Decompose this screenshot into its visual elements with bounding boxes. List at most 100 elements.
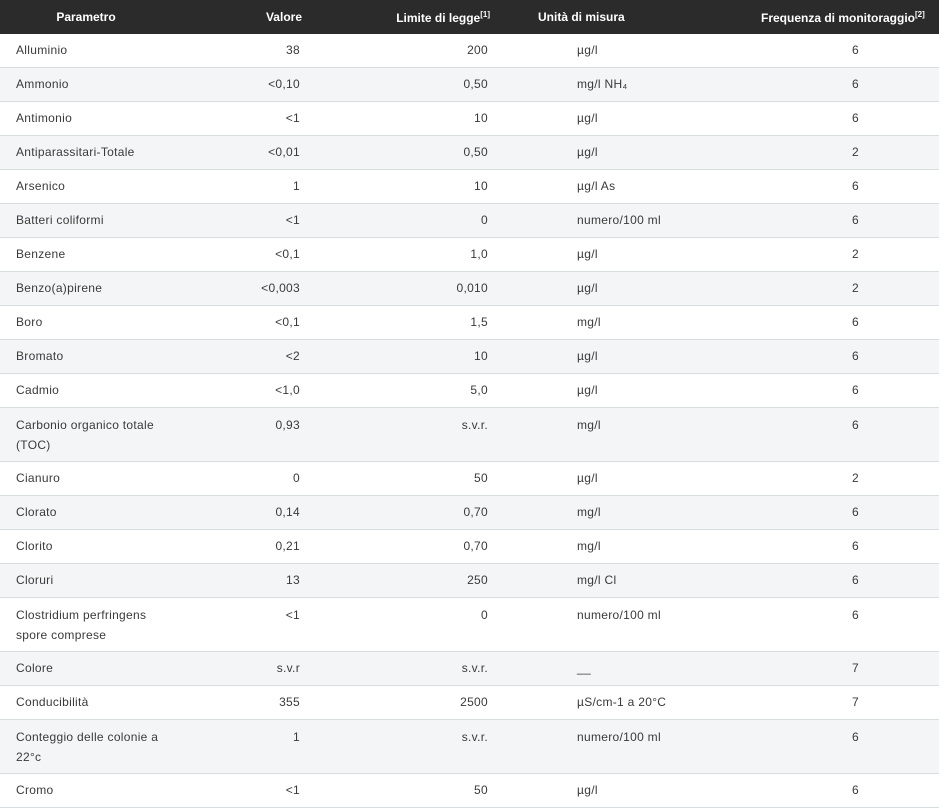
table-header: Parametro Valore Limite di legge[1] Unit… [0,0,939,34]
cell-valore: 1 [200,719,310,774]
table-row: Ammonio <0,10 0,50 mg/l NH₄ 6 [0,67,939,102]
cell-limite: 0,70 [310,495,498,530]
cell-frequenza: 6 [697,563,939,598]
footnote-2-link[interactable]: [2] [915,10,925,19]
cell-frequenza: 6 [697,101,939,136]
cell-limite: 10 [310,169,498,204]
cell-unita: µg/l [498,373,697,408]
cell-unita: mg/l [498,495,697,530]
cell-unita: µg/l [498,34,697,68]
cell-unita: mg/l Cl [498,563,697,598]
cell-valore: <1 [200,597,310,652]
table-row: Arsenico 1 10 µg/l As 6 [0,169,939,204]
table-row: Cadmio <1,0 5,0 µg/l 6 [0,373,939,408]
cell-frequenza: 7 [697,651,939,686]
cell-frequenza: 6 [697,67,939,102]
header-unita: Unità di misura [498,0,697,34]
cell-limite: 10 [310,101,498,136]
header-frequenza: Frequenza di monitoraggio[2] [697,0,939,34]
cell-limite: 250 [310,563,498,598]
table-row: Alluminio 38 200 µg/l 6 [0,34,939,68]
table-row: Bromato <2 10 µg/l 6 [0,339,939,374]
cell-unita: µg/l [498,461,697,496]
cell-unita: µg/l [498,135,697,170]
cell-unita: µg/l [498,237,697,272]
cell-unita: µg/l As [498,169,697,204]
footnote-1-link[interactable]: [1] [480,10,490,19]
cell-frequenza: 2 [697,461,939,496]
header-limite: Limite di legge[1] [310,0,498,34]
cell-parametro: Colore [0,651,200,686]
table-row: Antiparassitari-Totale <0,01 0,50 µg/l 2 [0,135,939,170]
cell-limite: 1,5 [310,305,498,340]
header-parametro: Parametro [0,0,200,34]
table-row: Clostridium perfringens spore comprese <… [0,597,939,652]
cell-frequenza: 6 [697,773,939,808]
cell-unita: µg/l [498,773,697,808]
cell-frequenza: 2 [697,271,939,306]
cell-limite: 0 [310,597,498,652]
cell-unita: mg/l [498,529,697,564]
cell-unita: µg/l [498,339,697,374]
cell-parametro: Ammonio [0,67,200,102]
cell-limite: 0,010 [310,271,498,306]
cell-valore: <0,1 [200,237,310,272]
cell-frequenza: 6 [697,407,939,462]
cell-valore: <1 [200,101,310,136]
cell-limite: 200 [310,34,498,68]
cell-parametro: Bromato [0,339,200,374]
cell-valore: s.v.r [200,651,310,686]
cell-valore: <1 [200,203,310,238]
cell-valore: 0,21 [200,529,310,564]
cell-valore: <2 [200,339,310,374]
cell-parametro: Cloruri [0,563,200,598]
cell-parametro: Carbonio organico totale (TOC) [0,407,200,462]
cell-limite: 5,0 [310,373,498,408]
cell-unita: mg/l [498,407,697,462]
cell-limite: 0,50 [310,135,498,170]
table-row: Batteri coliformi <1 0 numero/100 ml 6 [0,203,939,238]
cell-parametro: Benzo(a)pirene [0,271,200,306]
cell-valore: <0,01 [200,135,310,170]
cell-parametro: Clorato [0,495,200,530]
cell-unita: __ [498,651,697,686]
table-row: Cianuro 0 50 µg/l 2 [0,461,939,496]
cell-valore: <0,1 [200,305,310,340]
cell-parametro: Cromo [0,773,200,808]
table-row: Benzene <0,1 1,0 µg/l 2 [0,237,939,272]
cell-valore: 38 [200,34,310,68]
table-row: Boro <0,1 1,5 mg/l 6 [0,305,939,340]
cell-valore: <0,10 [200,67,310,102]
table-row: Benzo(a)pirene <0,003 0,010 µg/l 2 [0,271,939,306]
cell-frequenza: 6 [697,305,939,340]
table-row: Clorito 0,21 0,70 mg/l 6 [0,529,939,564]
cell-limite: 0,70 [310,529,498,564]
cell-limite: 10 [310,339,498,374]
cell-parametro: Antiparassitari-Totale [0,135,200,170]
cell-frequenza: 6 [697,34,939,68]
cell-unita: numero/100 ml [498,719,697,774]
cell-valore: 13 [200,563,310,598]
cell-parametro: Clorito [0,529,200,564]
cell-frequenza: 2 [697,237,939,272]
cell-frequenza: 7 [697,685,939,720]
cell-parametro: Boro [0,305,200,340]
cell-frequenza: 6 [697,203,939,238]
table-row: Carbonio organico totale (TOC) 0,93 s.v.… [0,407,939,462]
cell-valore: <1 [200,773,310,808]
cell-limite: 50 [310,461,498,496]
cell-frequenza: 6 [697,339,939,374]
cell-limite: 1,0 [310,237,498,272]
table-body: Alluminio 38 200 µg/l 6 Ammonio <0,10 0,… [0,34,939,808]
cell-valore: 0,93 [200,407,310,462]
cell-frequenza: 6 [697,495,939,530]
table-row: Antimonio <1 10 µg/l 6 [0,101,939,136]
cell-valore: 355 [200,685,310,720]
cell-unita: mg/l [498,305,697,340]
cell-parametro: Clostridium perfringens spore comprese [0,597,200,652]
cell-parametro: Batteri coliformi [0,203,200,238]
table-row: Colore s.v.r s.v.r. __ 7 [0,651,939,686]
cell-frequenza: 6 [697,719,939,774]
cell-frequenza: 6 [697,169,939,204]
header-valore: Valore [200,0,310,34]
